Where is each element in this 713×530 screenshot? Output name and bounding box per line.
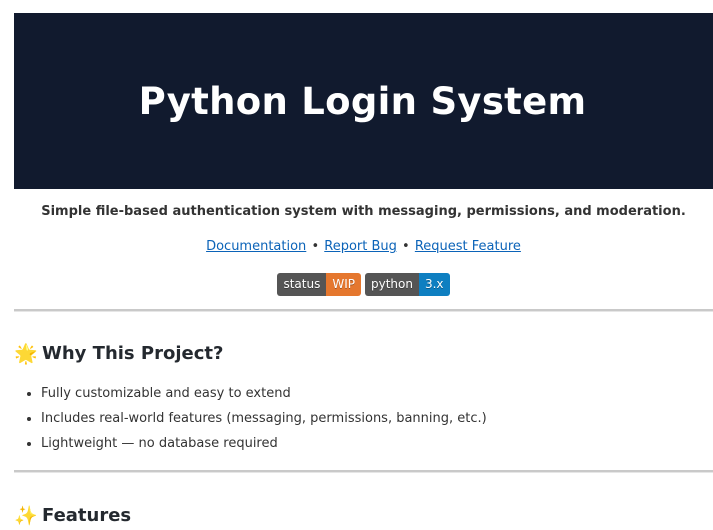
request-feature-link[interactable]: Request Feature — [415, 239, 521, 254]
section-heading-text: Why This Project? — [42, 343, 224, 364]
section-heading-why: 🌟 Why This Project? — [14, 342, 223, 365]
link-separator: • — [402, 239, 410, 254]
section-divider — [14, 470, 713, 473]
status-badge-value: WIP — [326, 273, 361, 296]
banner-title: Python Login System — [138, 79, 587, 123]
python-version-badge[interactable]: python 3.x — [364, 273, 450, 296]
glowing-star-icon: 🌟 — [14, 343, 38, 365]
status-badge[interactable]: status WIP — [277, 273, 361, 296]
badge-row: status WIP python 3.x — [14, 273, 713, 296]
report-bug-link[interactable]: Report Bug — [324, 239, 397, 254]
list-item: Includes real-world features (messaging,… — [41, 409, 487, 434]
sparkles-icon: ✨ — [14, 505, 38, 527]
section-heading-features: ✨ Features — [14, 504, 131, 527]
status-badge-key: status — [277, 273, 327, 296]
section-heading-text: Features — [42, 505, 132, 526]
project-links: Documentation • Report Bug • Request Fea… — [14, 239, 713, 254]
list-item: Fully customizable and easy to extend — [41, 384, 487, 409]
link-separator: • — [311, 239, 320, 254]
section-divider — [14, 309, 713, 312]
readme-page: Python Login System Simple file-based au… — [0, 0, 713, 530]
project-tagline: Simple file-based authentication system … — [41, 204, 686, 219]
documentation-link[interactable]: Documentation — [206, 239, 306, 254]
project-banner: Python Login System — [14, 13, 713, 189]
list-item: Lightweight — no database required — [41, 434, 487, 459]
why-list: Fully customizable and easy to extend In… — [14, 384, 487, 459]
python-badge-value: 3.x — [418, 273, 450, 296]
python-badge-key: python — [364, 273, 419, 296]
